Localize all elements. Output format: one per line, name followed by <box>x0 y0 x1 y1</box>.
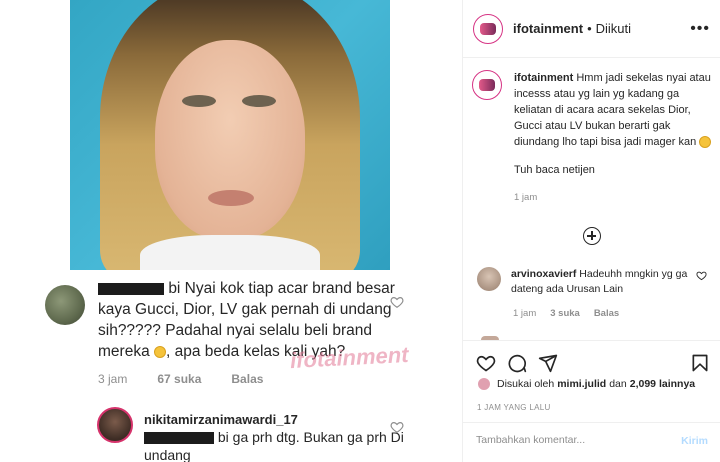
comment-user[interactable]: arvinoxavierf <box>511 268 576 280</box>
caption-extra: Tuh baca netijen <box>514 164 595 176</box>
comment-likes[interactable]: 3 suka <box>550 308 580 319</box>
save-icon[interactable] <box>690 353 710 373</box>
follow-status[interactable]: Diikuti <box>596 21 631 36</box>
account-avatar[interactable] <box>473 13 503 44</box>
comment-item: arvinoxavierf Hadeuhh mngkin yg ga daten… <box>477 267 711 297</box>
caption-time: 1 jam <box>514 192 538 203</box>
comment-icon[interactable] <box>507 353 527 373</box>
liked-by-and: dan <box>609 378 627 390</box>
screenshot-comment-meta: 3 jam 67 suka Balas <box>98 372 263 386</box>
screenshot-comment-time: 3 jam <box>98 372 128 386</box>
screenshot-comment-reply: Balas <box>231 372 264 386</box>
screenshot-reply-user: nikitamirzanimawardi_17 <box>144 412 298 427</box>
post-actions <box>462 340 720 382</box>
post-comment-button[interactable]: Kirim <box>681 435 708 447</box>
photo-lips <box>208 190 254 206</box>
redacted-mention <box>144 432 214 445</box>
caption-avatar[interactable] <box>472 70 502 100</box>
caption: ifotainment Hmm jadi sekelas nyai atau i… <box>472 70 712 206</box>
screenshot-reply-avatar <box>97 407 133 443</box>
liked-by-prefix: Disukai oleh <box>497 378 555 390</box>
account-name[interactable]: ifotainment <box>513 21 583 36</box>
comment-reply[interactable]: Balas <box>594 308 619 319</box>
screenshot-commenter-avatar <box>45 285 85 325</box>
heart-icon[interactable] <box>476 353 496 373</box>
separator-dot: • <box>587 21 592 36</box>
liked-by-user[interactable]: mimi.julid <box>557 378 606 390</box>
post-time[interactable]: 1 JAM YANG LALU <box>477 403 551 412</box>
caption-user[interactable]: ifotainment <box>514 72 573 84</box>
watermark: ifotainment <box>289 341 410 374</box>
photo-collar <box>140 235 320 270</box>
post-photo <box>70 0 390 270</box>
like-count[interactable]: 2,099 lainnya <box>630 378 695 390</box>
screenshot-comment-likes: 67 suka <box>157 372 202 386</box>
liker-avatar[interactable] <box>477 377 491 391</box>
add-comment-bar: Kirim <box>462 422 720 462</box>
screenshot-reply-text: bi ga prh dtg. Bukan ga prh Di undang <box>144 428 404 462</box>
share-icon[interactable] <box>538 353 558 373</box>
comment-input[interactable] <box>476 434 666 446</box>
comment-meta: 1 jam 3 suka Balas <box>513 308 619 319</box>
commenter-avatar[interactable] <box>477 267 501 291</box>
liked-by: Disukai oleh mimi.julid dan 2,099 lainny… <box>477 377 698 391</box>
heart-icon <box>390 422 404 433</box>
post-header: ifotainment • Diikuti <box>463 0 720 58</box>
photo-face <box>155 40 305 240</box>
emoji-icon <box>154 345 166 358</box>
photo-eye-left <box>182 95 216 107</box>
comment-body: arvinoxavierf Hadeuhh mngkin yg ga daten… <box>511 267 711 297</box>
comment-time: 1 jam <box>513 308 537 319</box>
emoji-icon <box>699 136 712 149</box>
photo-eye-right <box>242 95 276 107</box>
more-icon[interactable]: ••• <box>690 20 710 38</box>
post-media[interactable]: bi Nyai kok tiap acar brand besar kaya G… <box>0 0 462 462</box>
redacted-username <box>98 282 164 295</box>
add-comments-icon[interactable] <box>583 227 601 245</box>
heart-icon[interactable] <box>696 270 707 281</box>
heart-icon <box>390 297 404 308</box>
caption-body: ifotainment Hmm jadi sekelas nyai atau i… <box>514 70 712 206</box>
